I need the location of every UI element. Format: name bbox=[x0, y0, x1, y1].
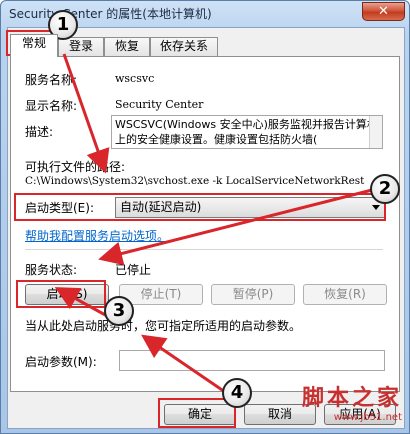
ok-button[interactable]: 确定 bbox=[164, 404, 236, 425]
startup-type-select[interactable]: 自动(延迟启动) bbox=[115, 197, 385, 218]
general-tab-panel: 服务名称: wscsvc 显示名称: Security Center 描述: W… bbox=[10, 56, 400, 392]
marker-3: 3 bbox=[104, 296, 134, 326]
tab-general[interactable]: 常规 bbox=[10, 34, 58, 57]
watermark: 脚本之家 www.jb51.net bbox=[302, 380, 402, 423]
startup-type-label: 启动类型(E): bbox=[25, 201, 94, 215]
tab-dependencies[interactable]: 依存关系 bbox=[150, 37, 218, 56]
start-params-label: 启动参数(M): bbox=[25, 355, 97, 369]
marker-4: 4 bbox=[222, 378, 252, 408]
separator bbox=[25, 249, 383, 250]
start-button[interactable]: 启动(S) bbox=[25, 284, 109, 305]
marker-2: 2 bbox=[370, 174, 400, 204]
close-icon: ✕ bbox=[378, 4, 389, 19]
window-title: Security Center 的属性(本地计算机) bbox=[9, 7, 212, 21]
help-link[interactable]: 帮助我配置服务启动选项。 bbox=[25, 227, 169, 244]
display-name-label: 显示名称: bbox=[25, 99, 78, 113]
hint-text: 当从此处启动服务时，您可指定所适用的启动参数。 bbox=[25, 319, 302, 333]
start-params-input[interactable] bbox=[119, 350, 385, 371]
service-name-value: wscsvc bbox=[115, 72, 155, 85]
properties-window: Security Center 的属性(本地计算机) ✕ 常规 登录 恢复 依存… bbox=[0, 0, 410, 434]
exec-path-label: 可执行文件的路径: bbox=[25, 160, 126, 174]
service-status-label: 服务状态: bbox=[25, 263, 78, 277]
tab-recovery[interactable]: 恢复 bbox=[104, 37, 150, 56]
description-scrollbar[interactable] bbox=[369, 116, 382, 148]
description-box[interactable]: WSCSVC(Windows 安全中心)服务监视并报告计算机上的安全健康设置。健… bbox=[111, 115, 383, 149]
service-name-label: 服务名称: bbox=[25, 73, 78, 87]
watermark-logo: 脚本之家 bbox=[301, 385, 402, 411]
pause-button[interactable]: 暂停(P) bbox=[211, 284, 295, 305]
resume-button[interactable]: 恢复(R) bbox=[303, 284, 387, 305]
stop-button[interactable]: 停止(T) bbox=[119, 284, 203, 305]
startup-type-value: 自动(延迟启动) bbox=[120, 200, 202, 214]
description-text: WSCSVC(Windows 安全中心)服务监视并报告计算机上的安全健康设置。健… bbox=[115, 118, 378, 146]
service-status-value: 已停止 bbox=[115, 263, 152, 277]
display-name-value: Security Center bbox=[115, 98, 204, 111]
description-label: 描述: bbox=[25, 125, 54, 139]
close-button[interactable]: ✕ bbox=[362, 2, 405, 21]
dialog-client: 常规 登录 恢复 依存关系 服务名称: wscsvc 显示名称: Securit… bbox=[7, 27, 405, 429]
exec-path-value: C:\Windows\System32\svchost.exe -k Local… bbox=[25, 175, 365, 187]
dropdown-arrow-icon bbox=[372, 205, 380, 210]
watermark-url: www.jb51.net bbox=[333, 412, 402, 423]
